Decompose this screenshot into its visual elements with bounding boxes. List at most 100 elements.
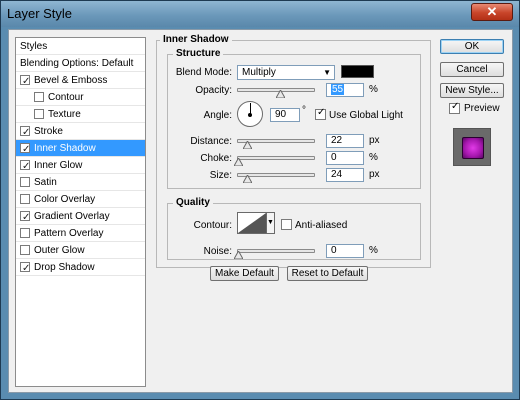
style-item-label: Blending Options: Default <box>20 58 134 69</box>
distance-input[interactable]: 22 <box>326 134 364 148</box>
checkmark-icon: ✓ <box>22 76 31 87</box>
style-checkbox[interactable] <box>34 92 44 102</box>
style-checkbox[interactable]: ✓ <box>20 211 30 223</box>
style-item-styles[interactable]: Styles <box>16 38 145 55</box>
size-input[interactable]: 24 <box>326 168 364 182</box>
style-checkbox[interactable] <box>34 109 44 119</box>
preview-checkbox[interactable]: ✓ <box>449 101 460 114</box>
style-item-drop-shadow[interactable]: ✓ Drop Shadow <box>16 259 145 276</box>
noise-slider-thumb[interactable] <box>234 251 243 259</box>
distance-slider[interactable] <box>237 139 315 149</box>
checkmark-icon: ✓ <box>22 127 31 138</box>
title-bar[interactable]: Layer Style ✕ <box>1 1 519 27</box>
style-item-label: Inner Glow <box>34 160 83 171</box>
noise-label: Noise: <box>203 246 232 257</box>
style-item-inner-glow[interactable]: ✓ Inner Glow <box>16 157 145 174</box>
opacity-slider[interactable] <box>237 88 315 98</box>
choke-input[interactable]: 0 <box>326 151 364 165</box>
angle-input[interactable]: 90 <box>270 108 300 122</box>
shadow-color-swatch[interactable] <box>341 65 374 78</box>
style-item-texture[interactable]: Texture <box>16 106 145 123</box>
checkmark-icon: ✓ <box>317 107 326 118</box>
layer-style-dialog: Layer Style ✕ Styles Blending Options: De… <box>0 0 520 400</box>
use-global-light-label: Use Global Light <box>329 110 403 121</box>
style-item-label: Pattern Overlay <box>34 228 104 239</box>
style-item-label: Satin <box>34 177 57 188</box>
make-default-button[interactable]: Make Default <box>210 266 279 281</box>
opacity-unit: % <box>369 84 378 95</box>
reset-to-default-button[interactable]: Reset to Default <box>287 266 368 281</box>
contour-picker[interactable] <box>237 212 267 234</box>
style-item-stroke[interactable]: ✓ Stroke <box>16 123 145 140</box>
style-item-satin[interactable]: Satin <box>16 174 145 191</box>
style-item-label: Stroke <box>34 126 63 137</box>
structure-group: Structure Blend Mode: Multiply ▼ Opacity… <box>167 48 421 189</box>
opacity-slider-thumb[interactable] <box>275 90 285 98</box>
chevron-down-icon: ▼ <box>323 68 331 77</box>
distance-label: Distance: <box>190 136 232 147</box>
preview-label: Preview <box>464 103 500 114</box>
style-item-bevel-emboss[interactable]: ✓ Bevel & Emboss <box>16 72 145 89</box>
style-checkbox[interactable] <box>20 177 30 187</box>
opacity-input[interactable]: 55 <box>326 83 364 97</box>
size-slider-thumb[interactable] <box>243 175 253 183</box>
style-item-contour[interactable]: Contour <box>16 89 145 106</box>
style-item-label: Texture <box>48 109 81 120</box>
choke-label: Choke: <box>200 153 232 164</box>
style-item-color-overlay[interactable]: Color Overlay <box>16 191 145 208</box>
style-item-label: Outer Glow <box>34 245 85 256</box>
style-checkbox[interactable] <box>20 228 30 238</box>
blend-mode-value: Multiply <box>242 67 276 78</box>
contour-label: Contour: <box>193 220 232 231</box>
dialog-body: Styles Blending Options: Default ✓ Bevel & … <box>8 29 513 393</box>
ok-button[interactable]: OK <box>440 39 504 54</box>
noise-slider[interactable] <box>234 249 315 259</box>
checkmark-icon: ✓ <box>22 144 31 155</box>
style-item-blending-options-default[interactable]: Blending Options: Default <box>16 55 145 72</box>
contour-dropdown[interactable]: ▼ <box>267 212 275 234</box>
checkmark-icon: ✓ <box>451 101 460 112</box>
style-checkbox[interactable] <box>20 245 30 255</box>
style-checkbox[interactable]: ✓ <box>20 143 30 155</box>
distance-unit: px <box>369 135 380 146</box>
dialog-title: Layer Style <box>7 6 73 21</box>
style-item-pattern-overlay[interactable]: Pattern Overlay <box>16 225 145 242</box>
style-checkbox[interactable]: ✓ <box>20 160 30 172</box>
checkmark-icon: ✓ <box>22 263 31 274</box>
size-label: Size: <box>209 170 232 181</box>
style-item-outer-glow[interactable]: Outer Glow <box>16 242 145 259</box>
noise-unit: % <box>369 245 378 256</box>
style-checkbox[interactable] <box>20 194 30 204</box>
choke-unit: % <box>369 152 378 163</box>
style-item-label: Inner Shadow <box>34 143 96 154</box>
style-item-label: Bevel & Emboss <box>34 75 108 86</box>
style-checkbox[interactable]: ✓ <box>20 75 30 87</box>
checkmark-icon: ✓ <box>22 212 31 223</box>
choke-slider[interactable] <box>234 156 315 166</box>
new-style-button[interactable]: New Style... <box>440 83 504 98</box>
use-global-light-checkbox[interactable]: ✓ <box>315 107 326 120</box>
blend-mode-select[interactable]: Multiply ▼ <box>237 65 335 80</box>
noise-input[interactable]: 0 <box>326 244 364 258</box>
size-unit: px <box>369 169 380 180</box>
cancel-button[interactable]: Cancel <box>440 62 504 77</box>
anti-aliased-label: Anti-aliased <box>295 220 348 231</box>
style-item-gradient-overlay[interactable]: ✓ Gradient Overlay <box>16 208 145 225</box>
style-checkbox[interactable]: ✓ <box>20 262 30 274</box>
distance-slider-thumb[interactable] <box>243 141 253 149</box>
quality-title: Quality <box>173 197 213 208</box>
angle-dial[interactable] <box>237 101 263 127</box>
style-item-label: Color Overlay <box>34 194 96 205</box>
choke-slider-thumb[interactable] <box>234 158 243 166</box>
close-button[interactable]: ✕ <box>471 3 513 21</box>
contour-curve-icon <box>238 213 266 233</box>
size-slider[interactable] <box>237 173 315 183</box>
angle-label: Angle: <box>203 110 232 121</box>
style-item-label: Styles <box>20 41 48 52</box>
style-item-inner-shadow[interactable]: ✓ Inner Shadow <box>16 140 145 157</box>
anti-aliased-checkbox[interactable] <box>281 219 292 230</box>
inner-shadow-title: Inner Shadow <box>160 34 232 45</box>
style-checkbox[interactable]: ✓ <box>20 126 30 138</box>
opacity-label: Opacity: <box>195 85 232 96</box>
inner-shadow-group: Inner Shadow Structure Blend Mode: Multi… <box>156 34 431 268</box>
